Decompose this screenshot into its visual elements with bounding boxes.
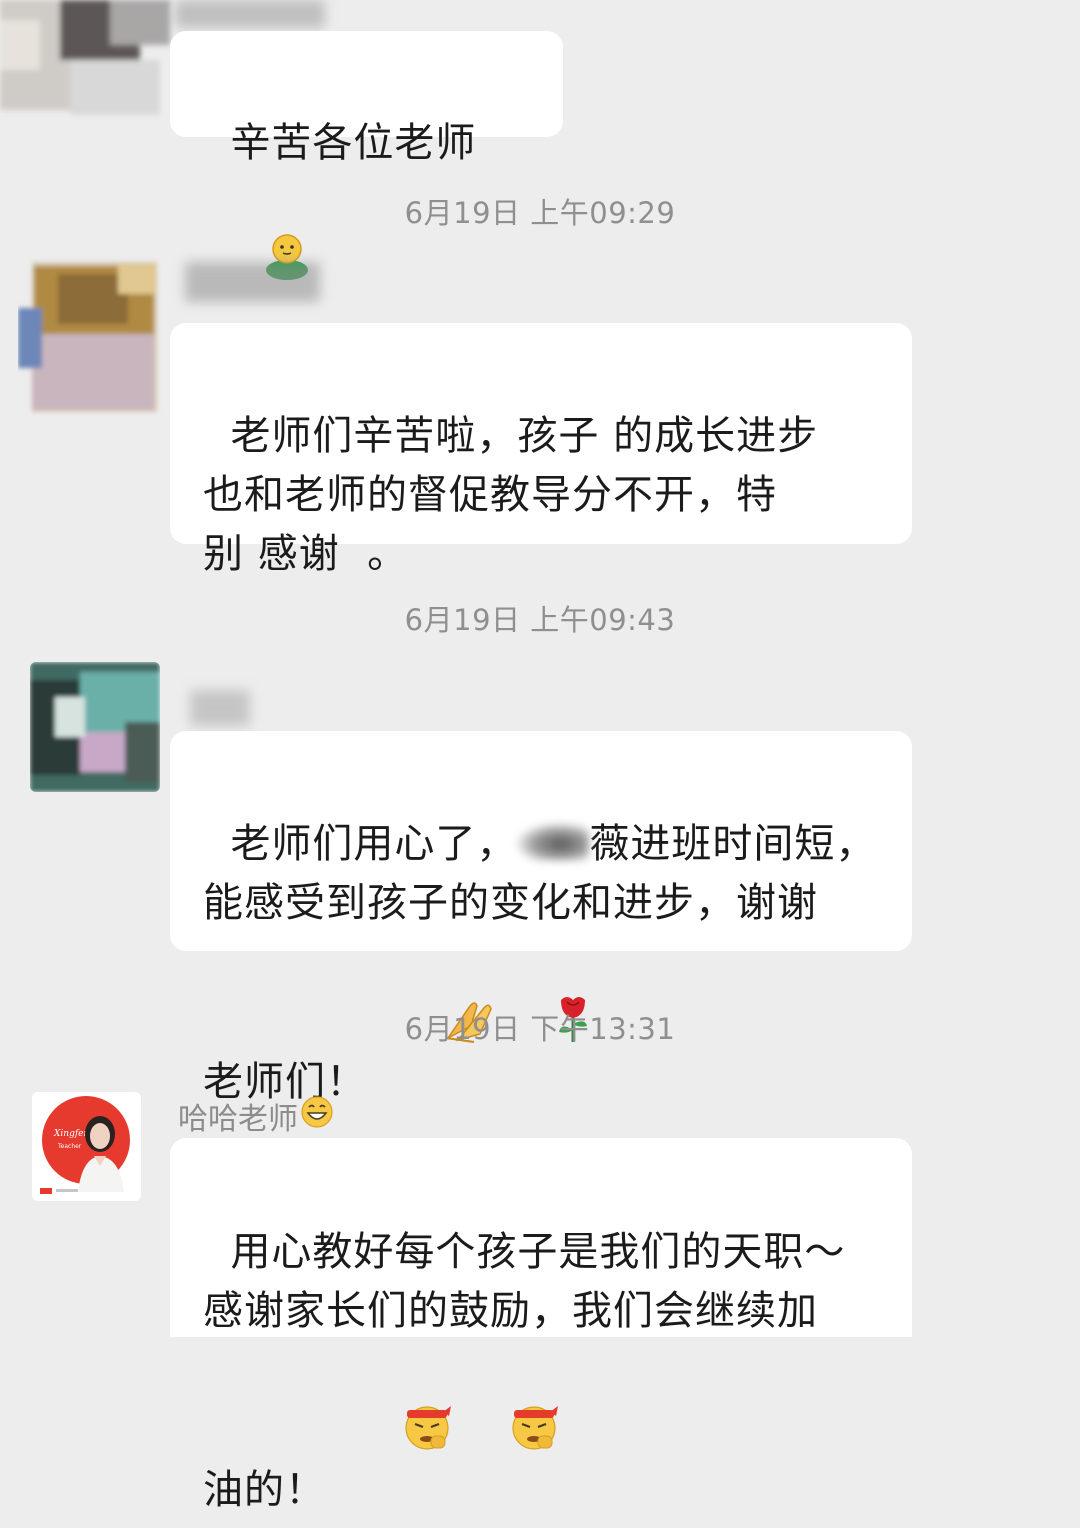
redacted-name <box>517 823 590 861</box>
avatar-sender-3[interactable] <box>30 662 160 792</box>
message-text: 老师们辛苦啦，孩子 的成长进步 也和老师的督促教导分不开，特 别 感谢 。 <box>203 413 819 577</box>
message-bubble-3[interactable]: 老师们用心了， 薇进班时间短， 能感受到孩子的变化和进步，谢谢 老师们！ <box>170 731 912 1105</box>
avatar-sender-1[interactable] <box>0 0 175 130</box>
sender-name: 哈哈老师 <box>178 1094 334 1138</box>
sender-name-text: 哈哈老师 <box>178 1102 298 1137</box>
blurred-avatar-icon <box>30 662 160 792</box>
determined-face-emoji <box>453 1341 560 1528</box>
timestamp: 6月19日 下午13:31 <box>404 1012 676 1046</box>
timestamp: 6月19日 上午09:29 <box>404 196 676 230</box>
blurred-sender-name <box>175 0 325 28</box>
blurred-sender-name <box>185 262 320 302</box>
determined-face-emoji <box>346 1341 453 1528</box>
message-text-part1: 老师们用心了， <box>230 821 518 867</box>
blurred-avatar-icon <box>18 262 157 412</box>
svg-text:Teacher: Teacher <box>57 1143 82 1150</box>
message-text: 辛苦各位老师 <box>230 120 477 166</box>
blurred-sender-name <box>190 690 250 726</box>
blurred-avatar-icon <box>0 0 170 115</box>
message-bubble-1[interactable]: 辛苦各位老师 <box>170 31 563 280</box>
teacher-photo-avatar: Xingfeng Teacher <box>40 1096 130 1194</box>
avatar-sender-2[interactable] <box>18 248 163 423</box>
message-bubble-2[interactable]: 老师们辛苦啦，孩子 的成长进步 也和老师的督促教导分不开，特 别 感谢 。 <box>170 323 912 577</box>
timestamp: 6月19日 上午09:43 <box>404 603 676 637</box>
message-bubble-4[interactable]: 用心教好每个孩子是我们的天职～ 感谢家长们的鼓励，我们会继续加 油的！ <box>170 1138 912 1513</box>
grinning-face-emoji <box>300 1095 334 1137</box>
avatar-teacher[interactable]: Xingfeng Teacher <box>32 1092 141 1201</box>
